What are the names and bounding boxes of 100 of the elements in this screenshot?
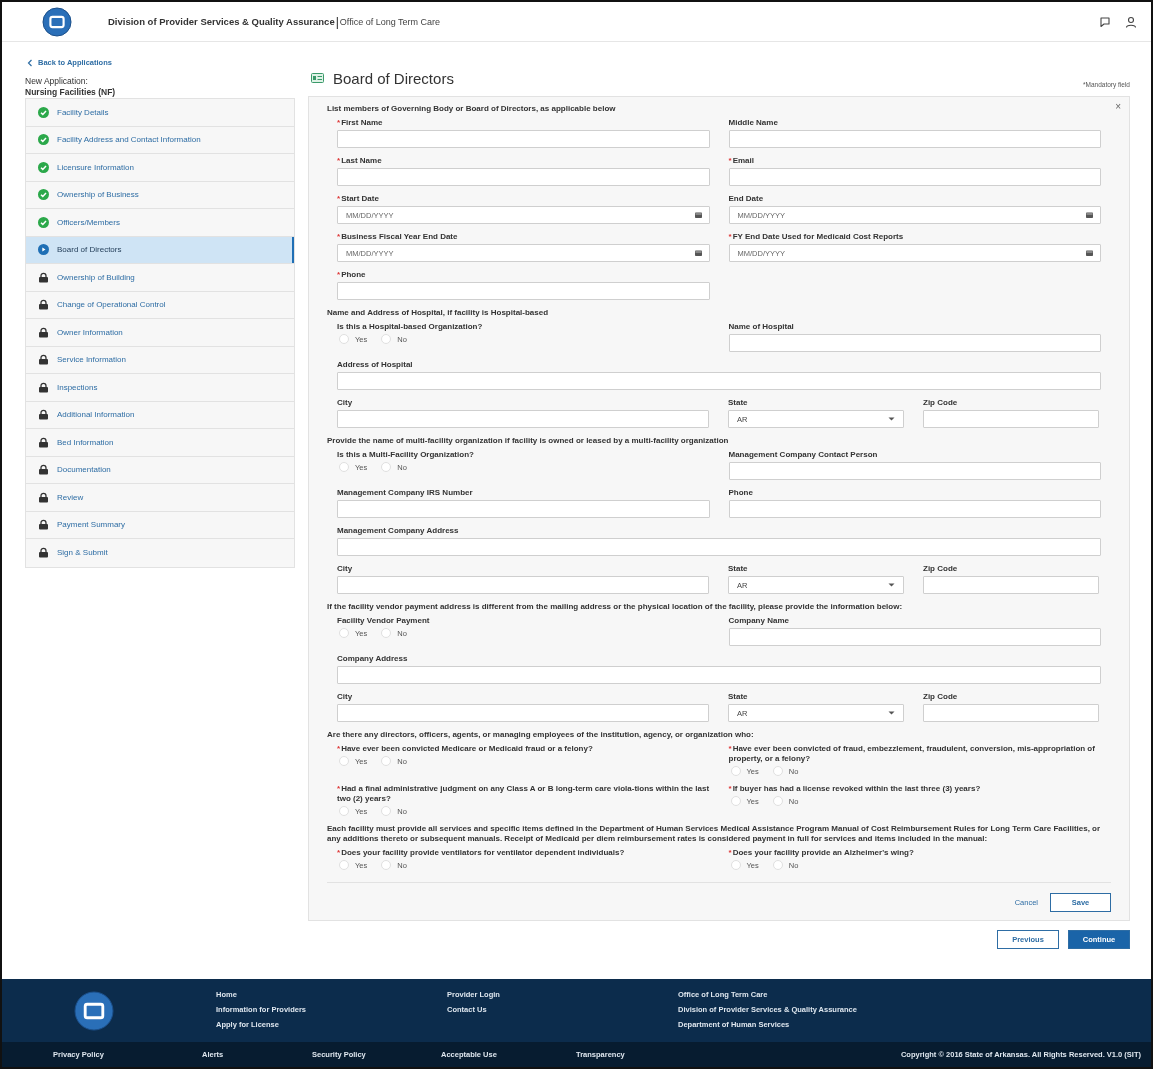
section-text: Provide the name of multi-facility organization if facility is owned or leased by a multi-facility organization bbox=[327, 436, 730, 446]
field-label: Company Address bbox=[337, 654, 409, 664]
department-seal-logo bbox=[74, 990, 114, 1031]
text-field[interactable] bbox=[923, 576, 1099, 594]
caret-down-icon bbox=[888, 711, 895, 715]
step-item[interactable]: Owner Information bbox=[26, 319, 294, 347]
step-item[interactable]: Review bbox=[26, 484, 294, 512]
text-field[interactable] bbox=[337, 666, 1101, 684]
field-label: Address of Hospital bbox=[337, 360, 414, 370]
field-label: *Email bbox=[728, 156, 755, 166]
field-label: *FY End Date Used for Medicaid Cost Reports bbox=[728, 232, 905, 242]
field-label: Is this a Hospital-based Organization? bbox=[337, 322, 484, 332]
section-text: If the facility vendor payment address is different from the mailing address or the physical location of the facility, please provide the information below: bbox=[327, 602, 904, 612]
field-label: Name of Hospital bbox=[728, 322, 795, 332]
agency-logo bbox=[42, 6, 72, 37]
field-label: State bbox=[728, 692, 749, 702]
text-field[interactable] bbox=[728, 500, 1101, 518]
check-circle-icon bbox=[38, 216, 49, 228]
field-label: Zip Code bbox=[923, 398, 959, 408]
lock-icon bbox=[38, 436, 49, 448]
header-title: Division of Provider Services & Quality Assurance bbox=[108, 16, 335, 27]
section-text: Are there any directors, officers, agents, or managing employees of the institution, agency, or organization who: bbox=[327, 730, 755, 740]
id-card-icon bbox=[311, 73, 324, 83]
calendar-icon bbox=[1086, 250, 1093, 256]
step-item[interactable]: Ownership of Building bbox=[26, 264, 294, 292]
field-label: City bbox=[337, 564, 354, 574]
field-label: State bbox=[728, 564, 749, 574]
chat-icon bbox=[1099, 15, 1111, 28]
text-field[interactable] bbox=[337, 704, 709, 722]
page-title: Board of Directors bbox=[333, 69, 455, 87]
check-circle-icon bbox=[38, 106, 49, 118]
chevron-left-icon bbox=[27, 58, 33, 67]
field-label: *If buyer has had a license revoked within the last three (3) years? bbox=[728, 784, 982, 794]
step-item[interactable]: Documentation bbox=[26, 456, 294, 484]
field-label: *Start Date bbox=[337, 194, 380, 204]
field-label: *Have ever been convicted of fraud, embezzlement, fraudulent, conversion, mis-appropriation of property, or a felony? bbox=[728, 744, 1096, 764]
lock-icon bbox=[38, 491, 49, 503]
text-field[interactable] bbox=[337, 576, 709, 594]
lock-icon bbox=[38, 464, 49, 476]
text-field[interactable] bbox=[337, 500, 710, 518]
application-type: Nursing Facilities (NF) bbox=[25, 87, 117, 98]
step-item[interactable]: Service Information bbox=[26, 346, 294, 374]
field-label: Facility Vendor Payment bbox=[337, 616, 431, 626]
caret-down-icon bbox=[888, 583, 895, 587]
text-field[interactable] bbox=[923, 704, 1099, 722]
text-field[interactable] bbox=[337, 130, 710, 148]
text-field[interactable] bbox=[337, 168, 710, 186]
step-item[interactable]: Board of Directors bbox=[26, 236, 294, 264]
text-field[interactable] bbox=[728, 168, 1101, 186]
check-circle-icon bbox=[38, 189, 49, 201]
field-label: Management Company IRS Number bbox=[337, 488, 474, 498]
field-label: *Last Name bbox=[337, 156, 383, 166]
field-label: State bbox=[728, 398, 749, 408]
play-circle-icon bbox=[38, 244, 49, 256]
step-item[interactable]: Additional Information bbox=[26, 401, 294, 429]
step-item[interactable]: Inspections bbox=[26, 374, 294, 402]
lock-icon bbox=[38, 354, 49, 366]
field-label: Management Company Contact Person bbox=[728, 450, 879, 460]
field-label: *Have ever been convicted Medicare or Medicaid fraud or a felony? bbox=[337, 744, 594, 754]
text-field[interactable] bbox=[728, 334, 1101, 352]
step-item[interactable]: Facility Details bbox=[26, 99, 294, 127]
calendar-icon bbox=[1086, 212, 1093, 218]
field-label: *Does your facility provide ventilators for ventilator dependent individuals? bbox=[337, 848, 626, 858]
caret-down-icon bbox=[888, 417, 895, 421]
check-circle-icon bbox=[38, 161, 49, 173]
field-label: End Date bbox=[728, 194, 765, 204]
field-label: Zip Code bbox=[923, 692, 959, 702]
text-field[interactable] bbox=[337, 282, 710, 300]
step-item[interactable]: Facility Address and Contact Information bbox=[26, 126, 294, 154]
section-text: List members of Governing Body or Board of Directors, as applicable below bbox=[327, 104, 617, 114]
header-subtitle: Office of Long Term Care bbox=[339, 16, 441, 27]
field-label: *Had a final administrative judgment on any Class A or B long-term care viola-tions within the last two (2) years? bbox=[337, 784, 710, 804]
step-item[interactable]: Payment Summary bbox=[26, 511, 294, 539]
text-field[interactable] bbox=[337, 538, 1101, 556]
text-field[interactable] bbox=[337, 410, 709, 428]
step-item[interactable]: Ownership of Business bbox=[26, 181, 294, 209]
user-icon bbox=[1125, 15, 1137, 28]
step-item[interactable]: Bed Information bbox=[26, 429, 294, 457]
application-label: New Application: bbox=[25, 76, 89, 87]
text-field[interactable] bbox=[728, 628, 1101, 646]
field-label: *Phone bbox=[337, 270, 367, 280]
text-field[interactable] bbox=[728, 130, 1101, 148]
step-item[interactable]: Change of Operational Control bbox=[26, 291, 294, 319]
title-separator: | bbox=[335, 14, 339, 29]
section-text: Name and Address of Hospital, if facility is Hospital-based bbox=[327, 308, 550, 318]
text-field[interactable] bbox=[923, 410, 1099, 428]
text-field[interactable] bbox=[728, 462, 1101, 480]
step-item[interactable]: Sign & Submit bbox=[26, 539, 294, 567]
field-label: *Does your facility provide an Alzheimer's wing? bbox=[728, 848, 915, 858]
lock-icon bbox=[38, 381, 49, 393]
step-item[interactable]: Licensure Information bbox=[26, 154, 294, 182]
text-field[interactable] bbox=[337, 372, 1101, 390]
lock-icon bbox=[38, 326, 49, 338]
lock-icon bbox=[38, 519, 49, 531]
calendar-icon bbox=[694, 212, 702, 218]
lock-icon bbox=[38, 547, 49, 559]
close-button[interactable]: × bbox=[1115, 102, 1121, 112]
field-label: City bbox=[337, 398, 354, 408]
step-item[interactable]: Officers/Members bbox=[26, 209, 294, 237]
field-label: *Business Fiscal Year End Date bbox=[337, 232, 459, 242]
